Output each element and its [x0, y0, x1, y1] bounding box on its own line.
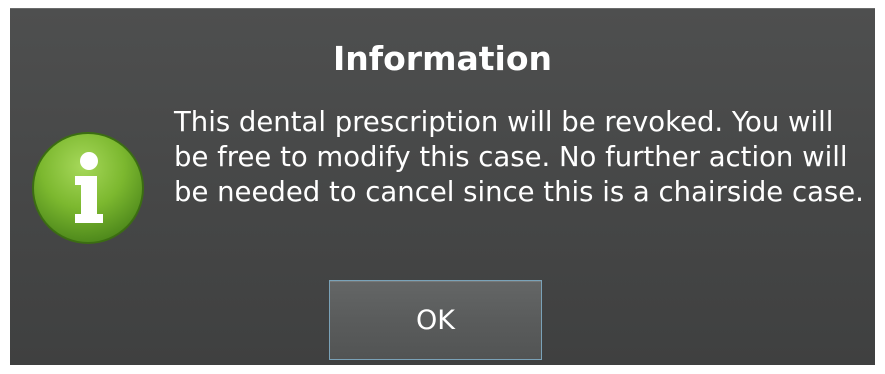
info-icon	[32, 132, 144, 244]
dialog-message: This dental prescription will be revoked…	[174, 106, 864, 208]
dialog-title: Information	[333, 39, 552, 78]
information-dialog: Information This dental prescription wil…	[10, 8, 875, 365]
ok-button[interactable]: OK	[329, 280, 542, 360]
ok-button-label: OK	[416, 304, 455, 336]
